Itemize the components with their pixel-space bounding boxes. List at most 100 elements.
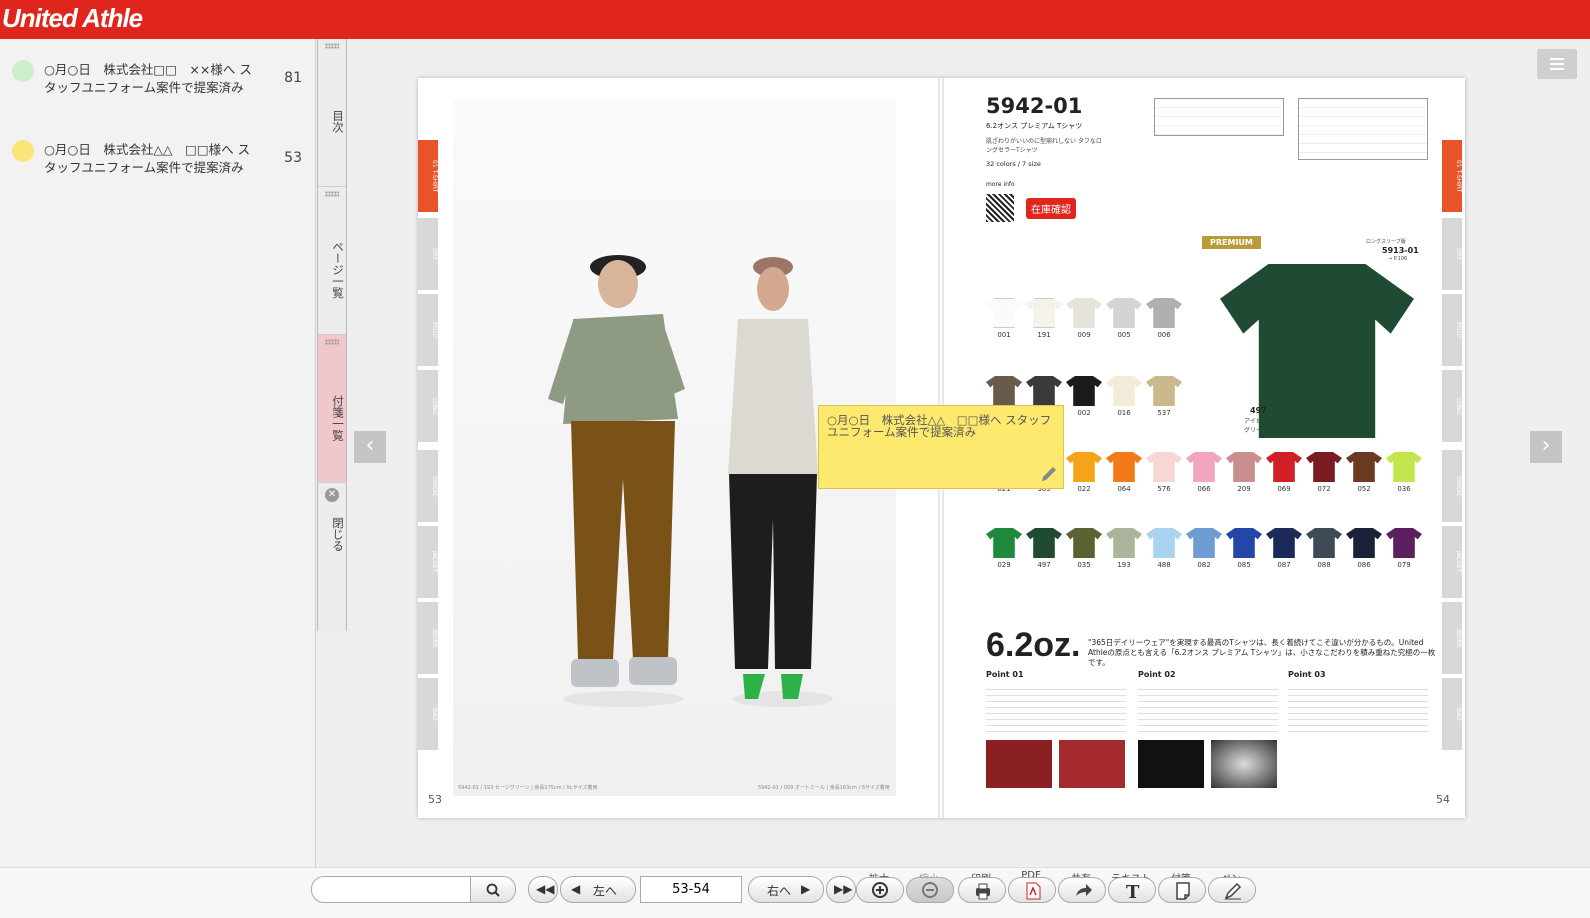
swatch-shirt — [1026, 298, 1062, 328]
pdf-button[interactable] — [1008, 877, 1056, 903]
next-page-button[interactable]: 右へ ▶ — [748, 876, 824, 903]
first-page-button[interactable]: ◀◀ — [528, 876, 558, 903]
color-swatch[interactable]: 001 — [986, 298, 1022, 339]
color-swatch[interactable]: 064 — [1106, 452, 1142, 493]
color-swatch[interactable]: 022 — [1066, 452, 1102, 493]
color-swatch[interactable]: 005 — [1106, 298, 1142, 339]
color-swatch[interactable]: 066 — [1186, 452, 1222, 493]
category-tab[interactable]: DRY — [1442, 218, 1462, 290]
color-swatch[interactable]: 209 — [1226, 452, 1262, 493]
category-tab-t-shirt[interactable]: 01 T-SHIRT — [1442, 140, 1462, 212]
pencil-icon[interactable] — [1039, 464, 1059, 484]
swatch-shirt — [1066, 528, 1102, 558]
swatch-shirt — [1346, 452, 1382, 482]
tab-close[interactable]: ✕ 閉じる — [318, 483, 346, 563]
color-swatch[interactable]: 069 — [1266, 452, 1302, 493]
swatch-code: 016 — [1117, 409, 1131, 417]
color-swatch[interactable]: 086 — [1346, 528, 1382, 569]
category-tab[interactable]: LONG — [1442, 370, 1462, 442]
category-tab[interactable]: BAG — [418, 678, 438, 750]
weight-headline: 6.2oz. — [986, 626, 1081, 664]
last-page-button[interactable]: ▶▶ — [826, 876, 856, 903]
menu-button[interactable] — [1537, 49, 1577, 79]
category-tab[interactable]: POLO — [1442, 294, 1462, 366]
search-input[interactable] — [311, 876, 471, 903]
category-tab[interactable]: BAG — [1442, 678, 1462, 750]
color-swatch[interactable]: 537 — [1146, 376, 1182, 417]
category-tab[interactable]: SWEAT — [1442, 450, 1462, 522]
color-swatch[interactable]: 088 — [1306, 528, 1342, 569]
qr-code — [986, 194, 1014, 222]
zoom-out-button[interactable] — [906, 877, 954, 903]
stock-check-button[interactable]: 在庫確認 — [1026, 198, 1076, 219]
swatch-code: 006 — [1157, 331, 1171, 339]
tab-label: 閉じる — [331, 516, 345, 552]
swatch-code: 005 — [1117, 331, 1131, 339]
note-page-number: 53 — [284, 150, 302, 166]
page-number-input[interactable] — [640, 876, 742, 903]
swatch-code: 052 — [1357, 485, 1371, 493]
pen-icon — [1224, 882, 1242, 900]
tab-page-list[interactable]: ページ一覧 — [318, 187, 346, 335]
point-02-title: Point 02 — [1138, 670, 1176, 679]
pen-button[interactable] — [1208, 877, 1256, 903]
category-tab[interactable]: DRY — [418, 218, 438, 290]
category-tab[interactable]: POLO — [418, 294, 438, 366]
color-swatch[interactable]: 052 — [1346, 452, 1382, 493]
swatch-shirt — [1066, 298, 1102, 328]
right-page-number: 54 — [1436, 793, 1450, 806]
swatch-code: 064 — [1117, 485, 1131, 493]
prev-page-arrow[interactable]: ‹ — [354, 431, 386, 463]
sticky-note-button[interactable] — [1158, 877, 1206, 903]
color-swatch[interactable]: 029 — [986, 528, 1022, 569]
tab-sticky-list[interactable]: 付箋一覧 — [318, 335, 346, 483]
color-swatch[interactable]: 072 — [1306, 452, 1342, 493]
category-tab[interactable]: WORK — [1442, 602, 1462, 674]
color-swatch[interactable]: 085 — [1226, 528, 1262, 569]
color-swatch[interactable]: 576 — [1146, 452, 1182, 493]
search-button[interactable] — [470, 876, 516, 903]
united-athle-logo[interactable]: United Athle — [2, 3, 143, 34]
swatch-shirt — [986, 376, 1022, 406]
color-swatch[interactable]: 009 — [1066, 298, 1102, 339]
text-button[interactable]: T — [1108, 877, 1156, 903]
left-page-number: 53 — [428, 793, 442, 806]
color-swatch[interactable]: 079 — [1386, 528, 1422, 569]
share-button[interactable] — [1058, 877, 1106, 903]
zoom-out-icon — [922, 882, 938, 898]
note-list-item[interactable]: ○月○日 株式会社△△ □□様へ スタッフユニフォーム案件で提案済み 53 — [0, 140, 316, 210]
color-swatch[interactable]: 035 — [1066, 528, 1102, 569]
print-button[interactable] — [958, 877, 1006, 903]
color-swatch[interactable]: 193 — [1106, 528, 1142, 569]
sticky-note[interactable]: ○月○日 株式会社△△ □□様へ スタッフユニフォーム案件で提案済み — [818, 405, 1064, 489]
swatch-code: 069 — [1277, 485, 1291, 493]
category-tab[interactable]: WORK — [418, 602, 438, 674]
category-tab[interactable]: SWEAT — [418, 450, 438, 522]
category-tab[interactable]: JACKET — [1442, 526, 1462, 598]
tab-table-of-contents[interactable]: 目次 — [318, 39, 346, 187]
swatch-shirt — [1066, 452, 1102, 482]
category-tab-t-shirt[interactable]: 01 T-SHIRT — [418, 140, 438, 212]
color-swatch[interactable]: 191 — [1026, 298, 1062, 339]
swatch-shirt — [1186, 528, 1222, 558]
color-swatch[interactable]: 087 — [1266, 528, 1302, 569]
note-page-number: 81 — [284, 70, 302, 86]
color-swatch[interactable]: 497 — [1026, 528, 1062, 569]
swatch-shirt — [1066, 376, 1102, 406]
color-swatch[interactable]: 016 — [1106, 376, 1142, 417]
left-caption: 5942-01 / 193 セージグリーン | 身長175cm / XLサイズ着… — [458, 785, 598, 791]
color-swatch[interactable]: 036 — [1386, 452, 1422, 493]
category-tab[interactable]: LONG — [418, 370, 438, 442]
color-swatch[interactable]: 002 — [1066, 376, 1102, 417]
prev-page-button[interactable]: ◀ 左へ — [560, 876, 636, 903]
category-tab[interactable]: JACKET — [418, 526, 438, 598]
next-label: 右へ — [767, 884, 792, 898]
product-code: 5942-01 — [986, 94, 1083, 118]
zoom-in-button[interactable] — [856, 877, 904, 903]
color-swatch[interactable]: 082 — [1186, 528, 1222, 569]
color-swatch[interactable]: 006 — [1146, 298, 1182, 339]
color-swatch[interactable]: 488 — [1146, 528, 1182, 569]
note-list-item[interactable]: ○月○日 株式会社□□ ××様へ スタッフユニフォーム案件で提案済み 81 — [0, 60, 316, 130]
tagline: "365日デイリーウェア"を実現する最高のTシャツは、長く着続けてこそ違いが分か… — [1088, 638, 1436, 667]
next-page-arrow[interactable]: › — [1530, 431, 1562, 463]
